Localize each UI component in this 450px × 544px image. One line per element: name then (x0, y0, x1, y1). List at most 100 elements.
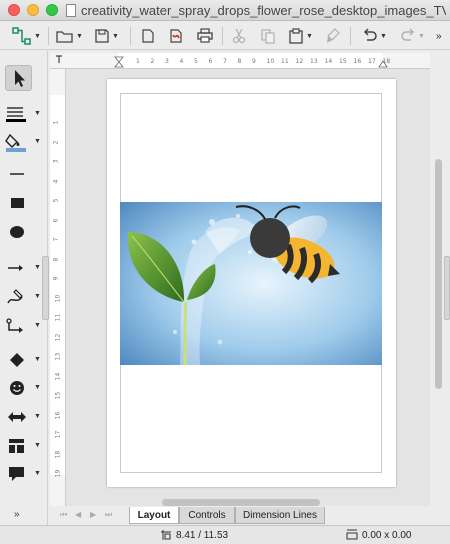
chevron-down-icon[interactable]: ▼ (34, 293, 41, 300)
ruler-number: 16 (54, 411, 62, 419)
right-panel-collapse-handle[interactable] (444, 256, 450, 320)
chevron-down-icon[interactable]: ▼ (34, 356, 41, 363)
rectangle-icon (11, 198, 24, 208)
print-button[interactable] (196, 26, 214, 46)
ruler-number: 8 (52, 257, 60, 261)
sidebar-collapse-handle[interactable] (42, 256, 49, 320)
undo-icon (363, 28, 377, 41)
ruler-number: 15 (54, 391, 62, 400)
clone-formatting-button[interactable] (326, 26, 340, 46)
chevron-down-icon[interactable]: ▼ (34, 442, 41, 449)
line-color-tool[interactable]: ▼ (4, 103, 44, 125)
close-window-button[interactable] (8, 4, 20, 16)
basic-shapes-tool[interactable]: ▼ (4, 349, 44, 371)
zoom-window-button[interactable] (46, 4, 58, 16)
vertical-scroll-thumb[interactable] (435, 159, 442, 389)
cut-button[interactable] (232, 26, 246, 46)
paste-button[interactable]: ▼ (288, 26, 313, 46)
chevron-down-icon[interactable]: ▼ (380, 33, 387, 40)
symbol-shapes-tool[interactable]: ▼ (4, 377, 44, 399)
previous-tab-icon[interactable]: ◀ (75, 510, 81, 519)
ruler-number: 11 (54, 313, 62, 322)
page[interactable] (107, 79, 396, 487)
pdf-icon (170, 29, 182, 43)
document-icon (66, 4, 76, 17)
size-value: 0.00 x 0.00 (362, 529, 412, 541)
redo-button[interactable]: ▼ (400, 26, 425, 46)
double-arrow-icon (8, 412, 26, 422)
line-tool[interactable] (4, 163, 44, 185)
chevron-down-icon[interactable]: ▼ (306, 33, 313, 40)
paint-bucket-icon (5, 133, 26, 152)
position-icon (161, 530, 171, 540)
copy-button[interactable] (260, 26, 276, 46)
arrow-line-icon (8, 265, 23, 271)
vertical-scrollbar[interactable] (432, 69, 444, 506)
ruler-markers (56, 55, 388, 68)
callouts-tool[interactable]: ▼ (4, 463, 44, 485)
speech-bubble-icon (9, 467, 24, 481)
ruler-number: 10 (54, 294, 62, 302)
size-icon (346, 529, 358, 540)
block-arrows-tool[interactable]: ▼ (4, 406, 44, 428)
ruler-number: 9 (52, 276, 60, 281)
copy-icon (261, 29, 275, 44)
inserted-image[interactable] (120, 202, 382, 365)
toolbar-overflow-button[interactable]: » (436, 26, 442, 46)
paintbrush-icon (327, 28, 340, 43)
toolbar-separator (222, 27, 223, 45)
horizontal-ruler[interactable]: 1 2 3 4 5 6 7 8 9 10 11 12 13 14 15 16 17 18 (50, 53, 430, 69)
chevron-down-icon[interactable]: ▼ (34, 384, 41, 391)
chevron-down-icon[interactable]: ▼ (76, 33, 83, 40)
ruler-number: 13 (54, 352, 62, 361)
line-style-icon (6, 107, 26, 122)
connectors-tool[interactable]: ▼ (4, 315, 44, 337)
scissors-icon (232, 28, 246, 44)
ellipse-tool[interactable] (4, 221, 44, 243)
last-tab-icon[interactable]: ⏭ (105, 510, 112, 520)
lines-arrows-tool[interactable]: ▼ (4, 257, 44, 279)
chevron-down-icon[interactable]: ▼ (112, 33, 119, 40)
ruler-number: 18 (54, 450, 62, 458)
page-tab-bar: ⏮ ◀ ▶ ⏭ Layout Controls Dimension Lines (50, 507, 444, 524)
chevron-down-icon[interactable]: ▼ (34, 470, 41, 477)
export-pdf-button[interactable] (168, 26, 184, 46)
curves-tool[interactable]: ▼ (4, 286, 44, 308)
chevron-down-icon[interactable]: ▼ (34, 110, 41, 117)
pen-curve-icon (7, 289, 23, 304)
sidebar-more-button[interactable]: » (14, 509, 20, 520)
export-button[interactable] (140, 26, 156, 46)
chevron-down-icon[interactable]: ▼ (34, 264, 41, 271)
minimize-window-button[interactable] (27, 4, 39, 16)
rectangle-tool[interactable] (4, 192, 44, 214)
next-tab-icon[interactable]: ▶ (90, 510, 96, 519)
bee-leaves-artwork (120, 202, 382, 365)
chevron-down-icon[interactable]: ▼ (34, 413, 41, 420)
export-icon (142, 29, 154, 43)
undo-button[interactable]: ▼ (362, 26, 387, 46)
chevron-down-icon[interactable]: ▼ (34, 33, 41, 40)
chevron-down-icon[interactable]: ▼ (34, 138, 41, 145)
ruler-number: 14 (54, 372, 62, 380)
connector-icon (12, 27, 31, 45)
vertical-ruler[interactable]: 1 2 3 4 5 6 7 8 9 10 11 12 13 14 15 16 17 18 19 (50, 69, 66, 506)
tab-dimension-lines[interactable]: Dimension Lines (235, 507, 325, 524)
fill-color-tool[interactable]: ▼ (4, 131, 44, 153)
tab-layout[interactable]: Layout (129, 507, 179, 524)
chevron-down-icon[interactable]: ▼ (34, 322, 41, 329)
tab-controls[interactable]: Controls (179, 507, 235, 524)
horizontal-scrollbar[interactable] (66, 497, 430, 507)
clipboard-icon (289, 28, 303, 44)
flowchart-tool[interactable]: ▼ (4, 435, 44, 457)
status-bar: 8.41 / 11.53 0.00 x 0.00 (0, 525, 450, 544)
select-tool-button[interactable] (5, 65, 32, 91)
connector-tool-button[interactable]: ▼ (12, 26, 41, 46)
open-button[interactable]: ▼ (56, 26, 83, 46)
drawing-canvas[interactable] (66, 69, 430, 506)
toolbar-separator (48, 27, 49, 45)
chevron-down-icon[interactable]: ▼ (418, 33, 425, 40)
save-button[interactable]: ▼ (94, 26, 119, 46)
first-tab-icon[interactable]: ⏮ (60, 510, 67, 520)
position-value: 8.41 / 11.53 (176, 529, 229, 541)
horizontal-scroll-thumb[interactable] (162, 499, 320, 506)
